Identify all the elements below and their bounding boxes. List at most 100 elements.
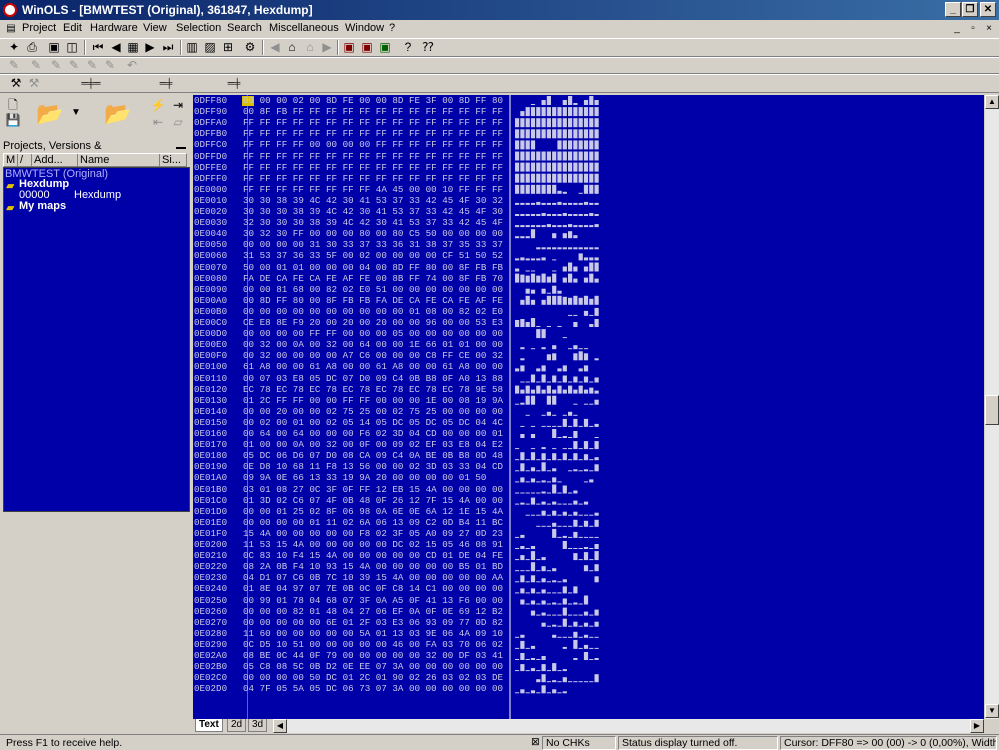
f-icon[interactable]: ▣ — [341, 40, 357, 55]
hex-row[interactable]: 0E0290 0C D5 10 51 00 00 00 00 00 46 00 F… — [193, 639, 513, 650]
hex-bytes[interactable]: 08 2A 0B F4 10 93 15 4A 00 00 00 00 00 B… — [243, 561, 503, 572]
hex-row[interactable]: 0E0140 00 00 20 00 00 02 75 25 00 02 75 2… — [193, 406, 513, 417]
hex-row[interactable]: 0E02B0 05 C8 08 5C 0B D2 0E EE 07 3A 00 0… — [193, 661, 513, 672]
v-icon[interactable]: ▣ — [359, 40, 375, 55]
hex-bytes[interactable]: 00 8F FB FF FF FF FF FF FF FF FF FF FF F… — [243, 106, 503, 117]
edit-e-icon[interactable]: ✎ — [102, 58, 118, 73]
hex-row[interactable]: 0E0030 32 30 30 30 38 39 4C 42 30 41 53 3… — [193, 217, 513, 228]
tree-hexdump-name[interactable]: Hexdump — [74, 189, 121, 201]
column-address[interactable]: Add... — [32, 154, 78, 166]
hexdump-view[interactable]: 0DFF80 00 00 00 02 00 8D FE 00 00 8D FE 3… — [193, 95, 984, 719]
checksum-icon[interactable]: ⊞ — [220, 40, 236, 55]
hex-row[interactable]: 0E0160 00 64 00 64 00 00 00 F6 02 3D 04 C… — [193, 428, 513, 439]
hex-bytes[interactable]: 00 00 00 00 00 00 00 00 00 00 01 08 00 8… — [243, 306, 503, 317]
slider-c-icon[interactable]: ═╪ — [226, 76, 242, 91]
menu-edit[interactable]: Edit — [63, 22, 82, 34]
menu-project[interactable]: Project — [22, 22, 56, 34]
edit-icon[interactable]: ✎ — [6, 58, 22, 73]
hex-bytes[interactable]: 00 32 00 0A 00 32 00 64 00 00 1E 66 01 0… — [243, 339, 503, 350]
hex-bytes[interactable]: 61 A8 00 00 61 A8 00 00 61 A8 00 00 61 A… — [243, 361, 503, 372]
map-icon[interactable]: ▨ — [202, 40, 218, 55]
hex-bytes[interactable]: 0E D8 10 68 11 F8 13 56 00 00 02 3D 03 3… — [243, 461, 503, 472]
hex-row[interactable]: 0E01D0 00 00 01 25 02 8F 06 98 0A 6E 0E 6… — [193, 506, 513, 517]
hex-row[interactable]: 0E0120 EC 78 EC 78 EC 78 EC 78 EC 78 EC 7… — [193, 384, 513, 395]
hex-row[interactable]: 0E01A0 09 9A 0E 66 13 33 19 9A 20 00 00 0… — [193, 472, 513, 483]
panel-minimize[interactable] — [176, 147, 186, 149]
compare-icon[interactable]: ◫ — [64, 40, 80, 55]
hex-bytes[interactable]: 11 53 15 4A 00 00 00 00 00 DC 02 15 05 4… — [243, 539, 503, 550]
scroll-right-icon[interactable]: ▶ — [970, 719, 984, 733]
hex-bytes[interactable]: 30 32 30 FF 00 00 00 80 00 80 C5 50 00 0… — [243, 228, 503, 239]
hex-bytes[interactable]: EC 78 EC 78 EC 78 EC 78 EC 78 EC 78 EC 7… — [243, 384, 503, 395]
hex-row[interactable]: 0E02D0 04 7F 05 5A 05 DC 06 73 07 3A 00 0… — [193, 683, 513, 694]
tab-2d[interactable]: 2d — [227, 719, 247, 732]
hex-row[interactable]: 0E0110 00 07 03 E8 05 DC 07 D0 09 C4 0B B… — [193, 373, 513, 384]
edit-d-icon[interactable]: ✎ — [84, 58, 100, 73]
hex-bytes[interactable]: 00 64 00 64 00 00 00 F6 02 3D 04 CD 00 0… — [243, 428, 503, 439]
hex-bytes[interactable]: 00 00 00 00 31 30 33 37 33 36 31 38 37 3… — [243, 239, 503, 250]
hex-bytes[interactable]: 30 30 30 38 39 4C 42 30 41 53 37 33 42 4… — [243, 206, 503, 217]
hex-row[interactable]: 0DFFE0 FF FF FF FF FF FF FF FF FF FF FF F… — [193, 162, 513, 173]
export-icon[interactable]: ⇤ — [150, 115, 166, 130]
open-folder-icon[interactable]: 📂 — [36, 101, 63, 127]
hex-bytes[interactable]: 01 2C FF FF 00 00 FF FF 00 00 00 1E 00 0… — [243, 395, 503, 406]
hex-row[interactable]: 0E0000 FF FF FF FF FF FF FF FF 4A 45 00 0… — [193, 184, 513, 195]
p-icon[interactable]: ▣ — [377, 40, 393, 55]
hex-bytes[interactable]: FF FF FF FF FF FF FF FF FF FF FF FF FF F… — [243, 173, 503, 184]
hex-row[interactable]: 0E0040 30 32 30 FF 00 00 00 80 00 80 C5 5… — [193, 228, 513, 239]
hex-row[interactable]: 0E0050 00 00 00 00 31 30 33 37 33 36 31 3… — [193, 239, 513, 250]
hex-bytes[interactable]: FF FF FF FF FF FF FF FF FF FF FF FF FF F… — [243, 162, 503, 173]
mdi-minimize-button[interactable]: _ — [950, 22, 964, 35]
hex-row[interactable]: 0DFFB0 FF FF FF FF FF FF FF FF FF FF FF F… — [193, 128, 513, 139]
hex-bytes[interactable]: 04 7F 05 5A 05 DC 06 73 07 3A 00 00 00 0… — [243, 683, 503, 694]
forward-icon[interactable]: ▶ — [319, 40, 335, 55]
hex-row[interactable]: 0E00E0 00 32 00 0A 00 32 00 64 00 00 1E 6… — [193, 339, 513, 350]
hex-bytes[interactable]: 50 00 01 01 00 00 00 04 00 8D FF 80 00 8… — [243, 262, 503, 273]
dropdown-arrow-icon[interactable]: ▼ — [68, 105, 84, 120]
tool-alt-icon[interactable]: ⚒ — [26, 76, 42, 91]
hex-row[interactable]: 0E0010 30 30 38 39 4C 42 30 41 53 37 33 4… — [193, 195, 513, 206]
hex-row[interactable]: 0E0150 00 02 00 01 00 02 05 14 05 DC 05 D… — [193, 417, 513, 428]
hex-bytes[interactable]: 11 60 00 00 00 00 00 5A 01 13 03 9E 06 4… — [243, 628, 503, 639]
first-icon[interactable]: ⏮ — [90, 40, 106, 55]
menu-view[interactable]: View — [143, 22, 167, 34]
hex-row[interactable]: 0E0230 04 D1 07 C6 0B 7C 10 39 15 4A 00 0… — [193, 572, 513, 583]
menu-hardware[interactable]: Hardware — [90, 22, 138, 34]
context-help-icon[interactable]: ⁇ — [420, 40, 436, 55]
mdi-restore-button[interactable]: ▫ — [966, 22, 980, 35]
hex-bytes[interactable]: 00 00 01 25 02 8F 06 98 0A 6E 0E 6A 12 1… — [243, 506, 503, 517]
menu-window[interactable]: Window — [345, 22, 384, 34]
prev-icon[interactable]: ◀ — [108, 40, 124, 55]
hex-bytes[interactable]: 00 00 00 00 FF FF 00 00 00 05 00 00 00 0… — [243, 328, 503, 339]
hex-bytes[interactable]: 00 07 03 E8 05 DC 07 D0 09 C4 0B B8 0F A… — [243, 373, 503, 384]
hex-bytes[interactable]: CE E8 8E F9 20 00 20 00 20 00 00 96 00 0… — [243, 317, 503, 328]
hex-row[interactable]: 0DFFC0 FF FF FF FF 00 00 00 00 FF FF FF F… — [193, 139, 513, 150]
open-recent-icon[interactable]: 📂 — [104, 101, 131, 127]
hex-row[interactable]: 0DFF90 00 8F FB FF FF FF FF FF FF FF FF F… — [193, 106, 513, 117]
hex-row[interactable]: 0E00B0 00 00 00 00 00 00 00 00 00 00 01 0… — [193, 306, 513, 317]
hex-bytes[interactable]: 05 DC 06 D6 07 D0 08 CA 09 C4 0A BE 0B B… — [243, 450, 503, 461]
column-size[interactable]: Si... — [160, 154, 186, 166]
hex-bytes[interactable]: 09 9A 0E 66 13 33 19 9A 20 00 00 00 00 0… — [243, 472, 486, 483]
hex-row[interactable]: 0E02C0 00 00 00 00 50 DC 01 2C 01 90 02 2… — [193, 672, 513, 683]
hex-bytes[interactable]: 04 D1 07 C6 0B 7C 10 39 15 4A 00 00 00 0… — [243, 572, 503, 583]
hex-bytes[interactable]: 08 BE 0C 44 0F 79 00 00 00 00 00 32 00 D… — [243, 650, 503, 661]
hex-bytes[interactable]: FF FF FF FF FF FF FF FF FF FF FF FF FF F… — [243, 151, 503, 162]
hex-row[interactable]: 0E0200 11 53 15 4A 00 00 00 00 00 DC 02 1… — [193, 539, 513, 550]
back-icon[interactable]: ◀ — [267, 40, 283, 55]
hex-bytes[interactable]: FF FF FF FF FF FF FF FF FF FF FF FF FF F… — [243, 128, 503, 139]
menu-search[interactable]: Search — [227, 22, 262, 34]
import-icon[interactable]: ⇥ — [170, 98, 186, 113]
column-slash[interactable]: / — [18, 154, 32, 166]
hex-bytes[interactable]: 01 00 00 0A 00 32 00 0F 00 09 02 EF 03 E… — [243, 439, 503, 450]
tab-3d[interactable]: 3d — [248, 719, 268, 732]
hex-row[interactable]: 0E02A0 08 BE 0C 44 0F 79 00 00 00 00 00 3… — [193, 650, 513, 661]
print-icon[interactable]: ⎙ — [24, 40, 40, 55]
hex-bytes[interactable]: 00 32 00 00 00 00 A7 C6 00 00 00 C8 FF C… — [243, 350, 503, 361]
hex-bytes[interactable]: 03 01 08 27 0C 3F 0F FF 12 EB 15 4A 00 0… — [243, 484, 503, 495]
hex-row[interactable]: 0DFFA0 FF FF FF FF FF FF FF FF FF FF FF F… — [193, 117, 513, 128]
last-icon[interactable]: ⏭ — [160, 40, 176, 55]
hex-bytes[interactable]: 00 00 00 00 50 DC 01 2C 01 90 02 26 03 0… — [243, 672, 503, 683]
hex-row[interactable]: 0E0170 01 00 00 0A 00 32 00 0F 00 09 02 E… — [193, 439, 513, 450]
tools-icon[interactable]: ⚙ — [242, 40, 258, 55]
